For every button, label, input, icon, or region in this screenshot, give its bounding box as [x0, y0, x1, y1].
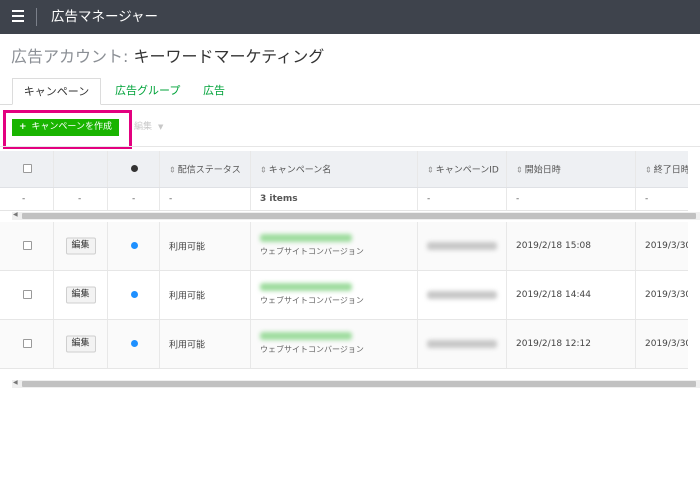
page-title: 広告アカウント: キーワードマーケティング: [11, 47, 324, 67]
status-dot-icon: [130, 340, 138, 347]
row-campaign-id: [418, 271, 507, 319]
topbar-divider: [36, 8, 37, 26]
summary-row: - - - - 3 items - - -: [0, 188, 688, 211]
row-end: 2019/3/30: [645, 339, 688, 349]
sort-icon: ⇕: [260, 165, 267, 175]
horizontal-scrollbar[interactable]: ◀: [12, 379, 700, 388]
app-title: 広告マネージャー: [51, 9, 159, 25]
row-end: 2019/3/30: [645, 290, 688, 300]
summary-cell: -: [645, 194, 649, 204]
tab-ad-group[interactable]: 広告グループ: [115, 78, 180, 105]
toolbar-divider: [0, 146, 700, 147]
row-campaign-name: ウェブサイトコンバージョン: [251, 222, 418, 270]
header-start[interactable]: ⇕ 開始日時: [507, 151, 636, 187]
row-start: 2019/2/18 12:12: [507, 320, 636, 368]
campaign-id-redacted: [427, 241, 497, 250]
row-end: 2019/3/30: [645, 241, 688, 251]
row-select: [0, 320, 54, 368]
row-status-dot: [108, 320, 160, 368]
scrollbar-thumb[interactable]: [22, 381, 696, 387]
summary-cell: -: [160, 188, 251, 210]
tab-ad[interactable]: 広告: [203, 78, 225, 105]
edit-dropdown[interactable]: 編集 ▼: [134, 121, 163, 133]
create-campaign-button[interactable]: + キャンペーンを作成: [12, 119, 119, 136]
row-select: [0, 271, 54, 319]
row-start: 2019/2/18 15:08: [507, 222, 636, 270]
row-status-dot: [108, 271, 160, 319]
row-status: 利用可能: [160, 271, 251, 319]
status-dot-icon: [130, 165, 138, 172]
edit-button[interactable]: 編集: [65, 286, 96, 304]
edit-dropdown-label: 編集: [134, 122, 153, 132]
row-campaign-name: ウェブサイトコンバージョン: [251, 271, 418, 319]
campaign-name-link[interactable]: [260, 332, 352, 340]
header-select: [0, 151, 54, 187]
summary-items-count: 3 items: [251, 188, 418, 210]
row-select: [0, 222, 54, 270]
summary-cell: -: [418, 188, 507, 210]
account-name: キーワードマーケティング: [133, 47, 325, 66]
horizontal-scrollbar[interactable]: ◀: [12, 211, 700, 220]
menu-icon[interactable]: [12, 10, 24, 24]
status-dot-icon: [130, 291, 138, 298]
row-checkbox[interactable]: [22, 241, 32, 250]
sort-icon: ⇕: [516, 165, 523, 175]
row-status-dot: [108, 222, 160, 270]
campaign-id-redacted: [427, 290, 497, 299]
row-checkbox[interactable]: [22, 290, 32, 299]
header-campaign-name[interactable]: ⇕ キャンペーン名: [251, 151, 418, 187]
summary-cell: -: [108, 188, 160, 210]
row-campaign-name: ウェブサイトコンバージョン: [251, 320, 418, 368]
summary-cell: -: [0, 188, 54, 210]
summary-cell: -: [54, 188, 108, 210]
sort-icon: ⇕: [645, 165, 652, 175]
campaign-id-redacted: [427, 339, 497, 348]
row-start: 2019/2/18 14:44: [507, 271, 636, 319]
row-edit: 編集: [54, 320, 108, 368]
status-dot-icon: [130, 242, 138, 249]
tab-campaign[interactable]: キャンペーン: [12, 78, 101, 105]
summary-cell: -: [507, 188, 636, 210]
header-end[interactable]: ⇕ 終了日時: [636, 151, 688, 187]
table-header: ⇕ 配信ステータス ⇕ キャンペーン名 ⇕ キャンペーンID ⇕ 開始日時 ⇕ 終了日時: [0, 151, 688, 188]
tab-bar: キャンペーン 広告グループ 広告: [0, 78, 700, 105]
top-bar: 広告マネージャー: [0, 0, 700, 34]
row-edit: 編集: [54, 222, 108, 270]
row-campaign-id: [418, 320, 507, 368]
table-row: 編集 利用可能 ウェブサイトコンバージョン 2019/2/18 12:12 20…: [0, 320, 688, 369]
select-all-checkbox[interactable]: [22, 164, 32, 173]
header-edit: [54, 151, 108, 187]
campaign-name-link[interactable]: [260, 283, 352, 291]
row-status: 利用可能: [160, 222, 251, 270]
scroll-left-icon[interactable]: ◀: [13, 211, 18, 218]
table-row: 編集 利用可能 ウェブサイトコンバージョン 2019/2/18 14:44 20…: [0, 271, 688, 320]
header-status[interactable]: ⇕ 配信ステータス: [160, 151, 251, 187]
create-campaign-label: キャンペーンを作成: [31, 122, 112, 132]
row-edit: 編集: [54, 271, 108, 319]
row-status: 利用可能: [160, 320, 251, 368]
edit-button[interactable]: 編集: [65, 237, 96, 255]
scroll-left-icon[interactable]: ◀: [13, 379, 18, 386]
account-label: 広告アカウント:: [11, 47, 129, 66]
scrollbar-thumb[interactable]: [22, 213, 696, 219]
chevron-down-icon: ▼: [158, 123, 164, 131]
header-campaign-id[interactable]: ⇕ キャンペーンID: [418, 151, 507, 187]
plus-icon: +: [19, 122, 27, 132]
row-campaign-id: [418, 222, 507, 270]
sort-icon: ⇕: [427, 165, 434, 175]
campaign-name-link[interactable]: [260, 234, 352, 242]
row-checkbox[interactable]: [22, 339, 32, 348]
edit-button[interactable]: 編集: [65, 335, 96, 353]
sort-icon: ⇕: [169, 165, 176, 175]
header-status-dot: [108, 151, 160, 187]
table-row: 編集 利用可能 ウェブサイトコンバージョン 2019/2/18 15:08 20…: [0, 222, 688, 271]
